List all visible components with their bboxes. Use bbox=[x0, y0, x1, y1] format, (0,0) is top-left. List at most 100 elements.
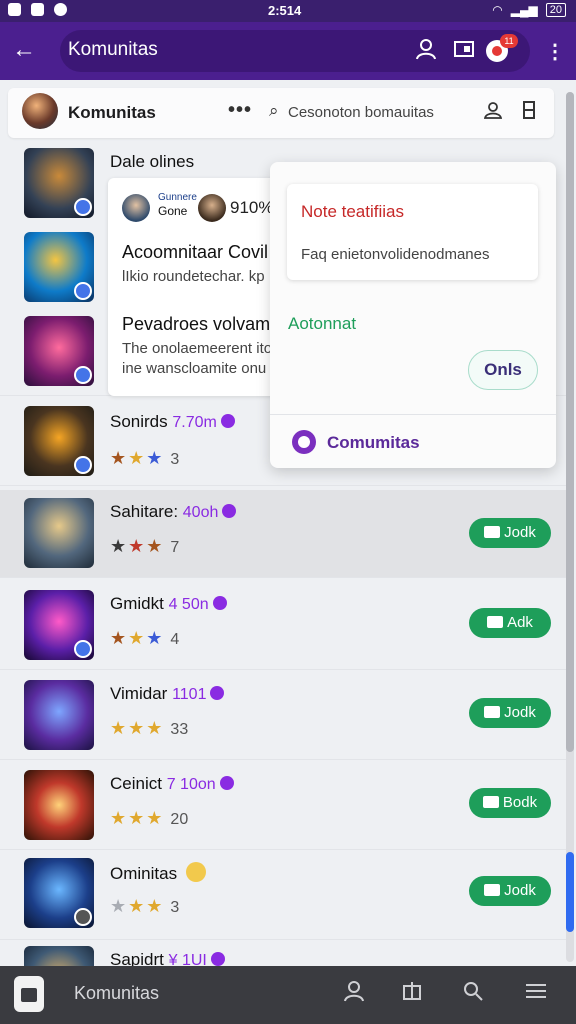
featured-title: Dale olines bbox=[110, 152, 195, 171]
game-thumbnail bbox=[24, 770, 94, 840]
status-time: 2:514 bbox=[268, 3, 302, 18]
card-subtitle: lIkio roundetechar. kp bbox=[122, 268, 265, 285]
search-icon[interactable]: ⌕ bbox=[269, 101, 279, 121]
search-icon[interactable] bbox=[459, 980, 487, 1008]
community-icon bbox=[292, 430, 316, 454]
bottom-bar-title: Komunitas bbox=[74, 983, 160, 1003]
signal-icon: ▂▄▆ bbox=[510, 3, 538, 17]
notification-title: Note teatifiias bbox=[301, 202, 404, 221]
game-thumbnail bbox=[24, 316, 94, 386]
join-button[interactable]: Bodk bbox=[469, 788, 551, 818]
list-item[interactable]: Sapidrt ¥ 1UI bbox=[0, 940, 566, 966]
game-thumbnail bbox=[24, 406, 94, 476]
game-thumbnail bbox=[24, 858, 94, 928]
verified-icon bbox=[74, 456, 92, 474]
join-icon bbox=[484, 526, 501, 538]
community-name: Komunitas bbox=[68, 103, 156, 122]
notification-badge: 11 bbox=[500, 34, 518, 48]
app-notification-icon bbox=[8, 3, 21, 16]
gem-icon bbox=[220, 414, 235, 428]
battery-icon: 20 bbox=[545, 3, 566, 17]
list-item[interactable]: Vimidar 1101 ★★★ 33 Jodk bbox=[0, 672, 566, 760]
more-options-icon[interactable]: ⋮ bbox=[545, 40, 565, 64]
bookmark-icon[interactable] bbox=[522, 101, 536, 124]
popup-pill-button[interactable]: Onls bbox=[468, 350, 538, 390]
community-title: Sahitare: 40oh bbox=[110, 502, 237, 522]
scrollbar-track-fill bbox=[566, 92, 574, 752]
popup-community-link[interactable]: Comumitas bbox=[327, 433, 420, 453]
game-thumbnail bbox=[24, 946, 94, 966]
star-rating: ★★★ 7 bbox=[110, 536, 180, 556]
bookmark-glyph bbox=[523, 101, 535, 119]
verified-icon bbox=[74, 198, 92, 216]
scrollbar[interactable] bbox=[566, 92, 574, 962]
eye-icon bbox=[54, 3, 67, 16]
community-search-input[interactable]: Cesonoton bomauitas bbox=[288, 104, 434, 121]
verified-icon bbox=[74, 640, 92, 658]
notification-button[interactable]: 11 bbox=[480, 34, 518, 66]
profile-glyph bbox=[416, 39, 436, 60]
profile-icon[interactable] bbox=[414, 38, 438, 62]
gem-icon bbox=[219, 776, 234, 790]
card-subtitle: ine wanscloamite onu bbox=[122, 360, 267, 377]
notification-card[interactable]: Note teatifiias Faq enietonvolidenodmane… bbox=[287, 184, 538, 280]
window-icon[interactable] bbox=[452, 38, 476, 62]
join-icon bbox=[484, 706, 501, 718]
game-thumbnail bbox=[24, 590, 94, 660]
search-glyph bbox=[464, 982, 483, 1001]
profile-icon[interactable] bbox=[340, 980, 368, 1008]
gem-icon bbox=[210, 952, 225, 966]
card-title: Pevadroes volvamt bbox=[122, 314, 276, 334]
community-title: Ominitas bbox=[110, 862, 206, 884]
wifi-icon: ◠ bbox=[492, 3, 503, 17]
share-icon[interactable] bbox=[398, 980, 426, 1008]
members-icon[interactable] bbox=[483, 101, 503, 124]
community-title: Gmidkt 4 50n bbox=[110, 594, 227, 614]
notification-text: Faq enietonvolidenodmanes bbox=[301, 246, 490, 263]
list-item[interactable]: Ceinict 7 10on ★★★ 20 Bodk bbox=[0, 762, 566, 850]
status-icons-left bbox=[8, 3, 67, 16]
status-bar: 2:514 ◠ ▂▄▆ 20 bbox=[0, 0, 576, 22]
star-rating: ★★★ 3 bbox=[110, 896, 180, 916]
community-avatar[interactable] bbox=[22, 93, 58, 129]
notification-popup: Note teatifiias Faq enietonvolidenodmane… bbox=[270, 162, 556, 468]
star-rating: ★★★ 20 bbox=[110, 808, 189, 828]
more-dots-icon[interactable]: ••• bbox=[228, 99, 252, 122]
popup-green-label[interactable]: Aotonnat bbox=[288, 314, 356, 334]
gem-icon bbox=[212, 596, 227, 610]
join-button[interactable]: Jodk bbox=[469, 876, 551, 906]
app-bar: ← Komunitas 11 ⋮ bbox=[0, 22, 576, 80]
card-percent: 910% bbox=[230, 198, 274, 217]
scrollbar-thumb[interactable] bbox=[566, 852, 574, 932]
verified-icon bbox=[74, 366, 92, 384]
featured-card[interactable]: Gunnere Gone 910% Acoomnitaar Covil lIki… bbox=[108, 178, 278, 396]
menu-icon[interactable] bbox=[522, 980, 550, 1008]
join-button[interactable]: Adk bbox=[469, 608, 551, 638]
clipboard-icon[interactable] bbox=[14, 976, 44, 1012]
verified-icon bbox=[74, 908, 92, 926]
star-rating: ★★★ 3 bbox=[110, 448, 180, 468]
app-bar-title: Komunitas bbox=[68, 39, 158, 60]
bottom-bar: Komunitas bbox=[0, 966, 576, 1024]
star-rating: ★★★ 4 bbox=[110, 628, 180, 648]
list-item[interactable]: Gmidkt 4 50n ★★★ 4 Adk bbox=[0, 582, 566, 670]
card-mini-label: Gunnere bbox=[158, 192, 197, 203]
community-title: Ceinict 7 10on bbox=[110, 774, 234, 794]
join-button[interactable]: Jodk bbox=[469, 518, 551, 548]
join-button[interactable]: Jodk bbox=[469, 698, 551, 728]
verified-icon bbox=[74, 282, 92, 300]
list-item[interactable]: Sahitare: 40oh ★★★ 7 Jodk bbox=[0, 490, 566, 578]
gem-icon bbox=[222, 504, 237, 518]
menu-glyph bbox=[526, 984, 546, 998]
user-avatar bbox=[198, 194, 226, 222]
gem-icon bbox=[210, 686, 225, 700]
back-arrow-icon[interactable]: ← bbox=[10, 36, 38, 64]
window-glyph bbox=[454, 41, 474, 57]
game-thumbnail bbox=[24, 680, 94, 750]
game-thumbnail bbox=[24, 232, 94, 302]
list-item[interactable]: Ominitas ★★★ 3 Jodk bbox=[0, 852, 566, 940]
card-title: Acoomnitaar Covil bbox=[122, 242, 269, 262]
join-icon bbox=[487, 616, 504, 628]
members-glyph bbox=[483, 102, 503, 119]
divider bbox=[270, 414, 556, 415]
